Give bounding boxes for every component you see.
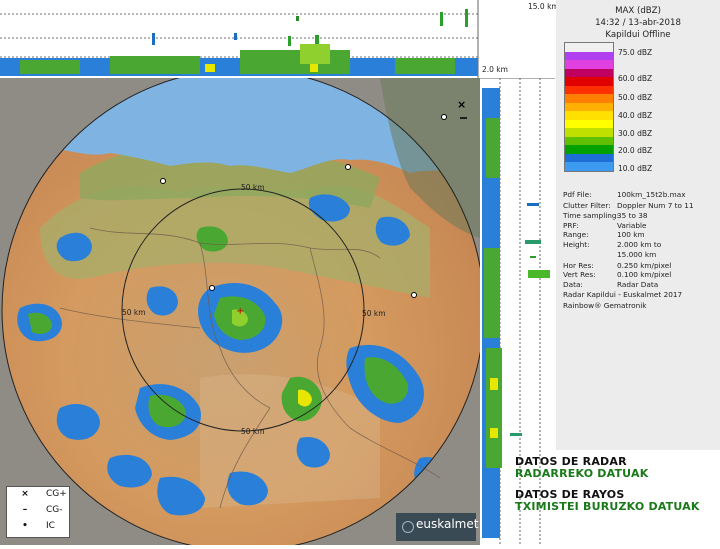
meta-value: 15.000 km (617, 250, 657, 259)
top-vertical-profile (0, 0, 480, 80)
meta-key: Pdf File: (563, 190, 592, 199)
radar-map[interactable]: + × 50 km 50 km 50 km 50 km (0, 78, 480, 545)
meta-value: 100 km (617, 230, 645, 239)
cg-minus-symbol: – (22, 505, 28, 515)
right-axis-label: 2.0 km (482, 65, 508, 74)
lightning-legend: × CG+ – CG- • IC (6, 486, 70, 538)
right-profile-echo-band (482, 88, 502, 538)
meta-key: Range: (563, 230, 589, 239)
lightning-cg-plus: × (457, 98, 466, 111)
meta-key: PRF: (563, 221, 579, 230)
radar-map-graphic: + × (0, 78, 480, 545)
colorbar-label: 75.0 dBZ (618, 48, 653, 57)
info-panel: MAX (dBZ) 14:32 / 13-abr-2018 Kapildui O… (556, 0, 720, 450)
ring-label-west: 50 km (122, 308, 146, 317)
meta-value: 100km_15t2b.max (617, 190, 686, 199)
top-profile-graphic (0, 0, 480, 80)
link-radarreko-datuak[interactable]: RADARREKO DATUAK (515, 467, 648, 480)
colorbar-label: 60.0 dBZ (618, 74, 653, 83)
product-title: MAX (dBZ) (615, 6, 661, 16)
ring-label-south: 50 km (241, 427, 265, 436)
colorbar-label: 10.0 dBZ (618, 164, 653, 173)
radar-center-marker: + (236, 306, 244, 317)
meta-key: Height: (563, 240, 590, 249)
city-marker[interactable] (160, 178, 166, 184)
ic-symbol: • (22, 521, 28, 531)
top-axis-label: 15.0 km (528, 2, 559, 11)
meta-key: Clutter Filter: (563, 201, 611, 210)
meta-key: Vert Res: (563, 270, 596, 279)
top-profile-echo-band (0, 44, 478, 76)
city-marker[interactable] (209, 285, 215, 291)
cg-plus-label: CG+ (46, 489, 67, 499)
meta-value: 35 to 38 (617, 211, 648, 220)
ring-label-east: 50 km (362, 309, 386, 318)
logo-text: euskalmet (416, 517, 479, 531)
city-marker[interactable] (441, 114, 447, 120)
meta-value: 2.000 km to (617, 240, 662, 249)
colorbar-swatch (565, 162, 613, 172)
ring-label-north: 50 km (241, 183, 265, 192)
city-marker[interactable] (345, 164, 351, 170)
meta-key: Time sampling: (563, 211, 619, 220)
city-marker[interactable] (411, 292, 417, 298)
colorbar-label: 50.0 dBZ (618, 93, 653, 102)
euskalmet-logo[interactable]: euskalmet (396, 513, 479, 541)
colorbar-label: 30.0 dBZ (618, 129, 653, 138)
cg-minus-label: CG- (46, 505, 63, 515)
meta-key: Data: (563, 280, 583, 289)
link-tximistei-buruzko-datuak[interactable]: TXIMISTEI BURUZKO DATUAK (515, 500, 700, 513)
ic-label: IC (46, 521, 55, 531)
colorbar-label: 40.0 dBZ (618, 111, 653, 120)
colorbar (564, 42, 614, 172)
meta-value: Variable (617, 221, 647, 230)
credit-line: Rainbow® Gematronik (563, 301, 647, 310)
colorbar-label: 20.0 dBZ (618, 146, 653, 155)
meta-value: Radar Data (617, 280, 659, 289)
station-status: Kapildui Offline (605, 30, 671, 40)
cg-plus-symbol: × (21, 489, 29, 499)
meta-value: Doppler Num 7 to 11 (617, 201, 694, 210)
meta-value: 0.100 km/pixel (617, 270, 672, 279)
datetime: 14:32 / 13-abr-2018 (595, 18, 681, 28)
meta-value: 0.250 km/pixel (617, 261, 672, 270)
credit-line: Radar Kapildui - Euskalmet 2017 (563, 290, 683, 299)
meta-key: Hor Res: (563, 261, 594, 270)
